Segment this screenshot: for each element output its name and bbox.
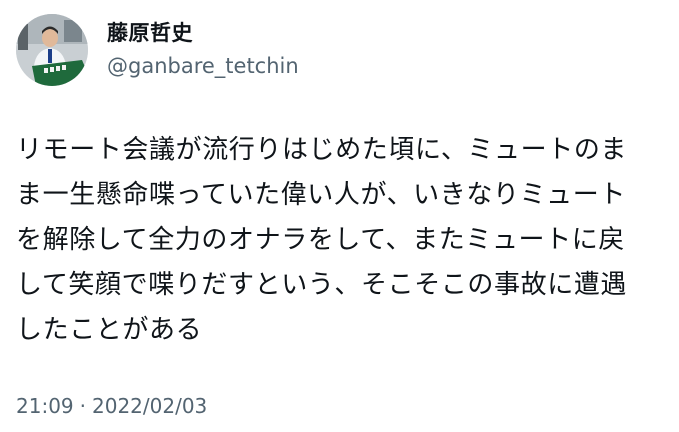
- tweet-date[interactable]: 2022/02/03: [92, 392, 207, 420]
- display-name[interactable]: 藤原哲史: [107, 20, 299, 46]
- profile-photo-avatar-icon: [16, 14, 88, 86]
- tweet-text-line: リモート会議が流行りはじめた頃に、ミュートのま: [16, 135, 628, 165]
- tweet-text-line: を解除して全力のオナラをして、またミュートに戻: [16, 225, 625, 255]
- tweet-time[interactable]: 21:09: [16, 392, 74, 420]
- tweet-card: 藤原哲史 @ganbare_tetchin リモート会議が流行りはじめた頃に、ミ…: [0, 0, 679, 432]
- avatar[interactable]: [16, 14, 88, 86]
- tweet-text-line: したことがある: [16, 315, 203, 345]
- timestamp-separator: ·: [79, 394, 86, 418]
- author-names: 藤原哲史 @ganbare_tetchin: [107, 20, 299, 80]
- tweet-text-line: ま一生懸命喋っていた偉い人が、いきなりミュート: [16, 180, 626, 210]
- tweet-text: リモート会議が流行りはじめた頃に、ミュートのま ま一生懸命喋っていた偉い人が、い…: [16, 128, 666, 353]
- tweet-header: 藤原哲史 @ganbare_tetchin: [16, 10, 299, 90]
- tweet-text-line: して笑顔で喋りだすという、そこそこの事故に遭遇: [16, 270, 628, 300]
- username-handle[interactable]: @ganbare_tetchin: [107, 52, 299, 80]
- tweet-timestamp[interactable]: 21:09 · 2022/02/03: [16, 392, 207, 420]
